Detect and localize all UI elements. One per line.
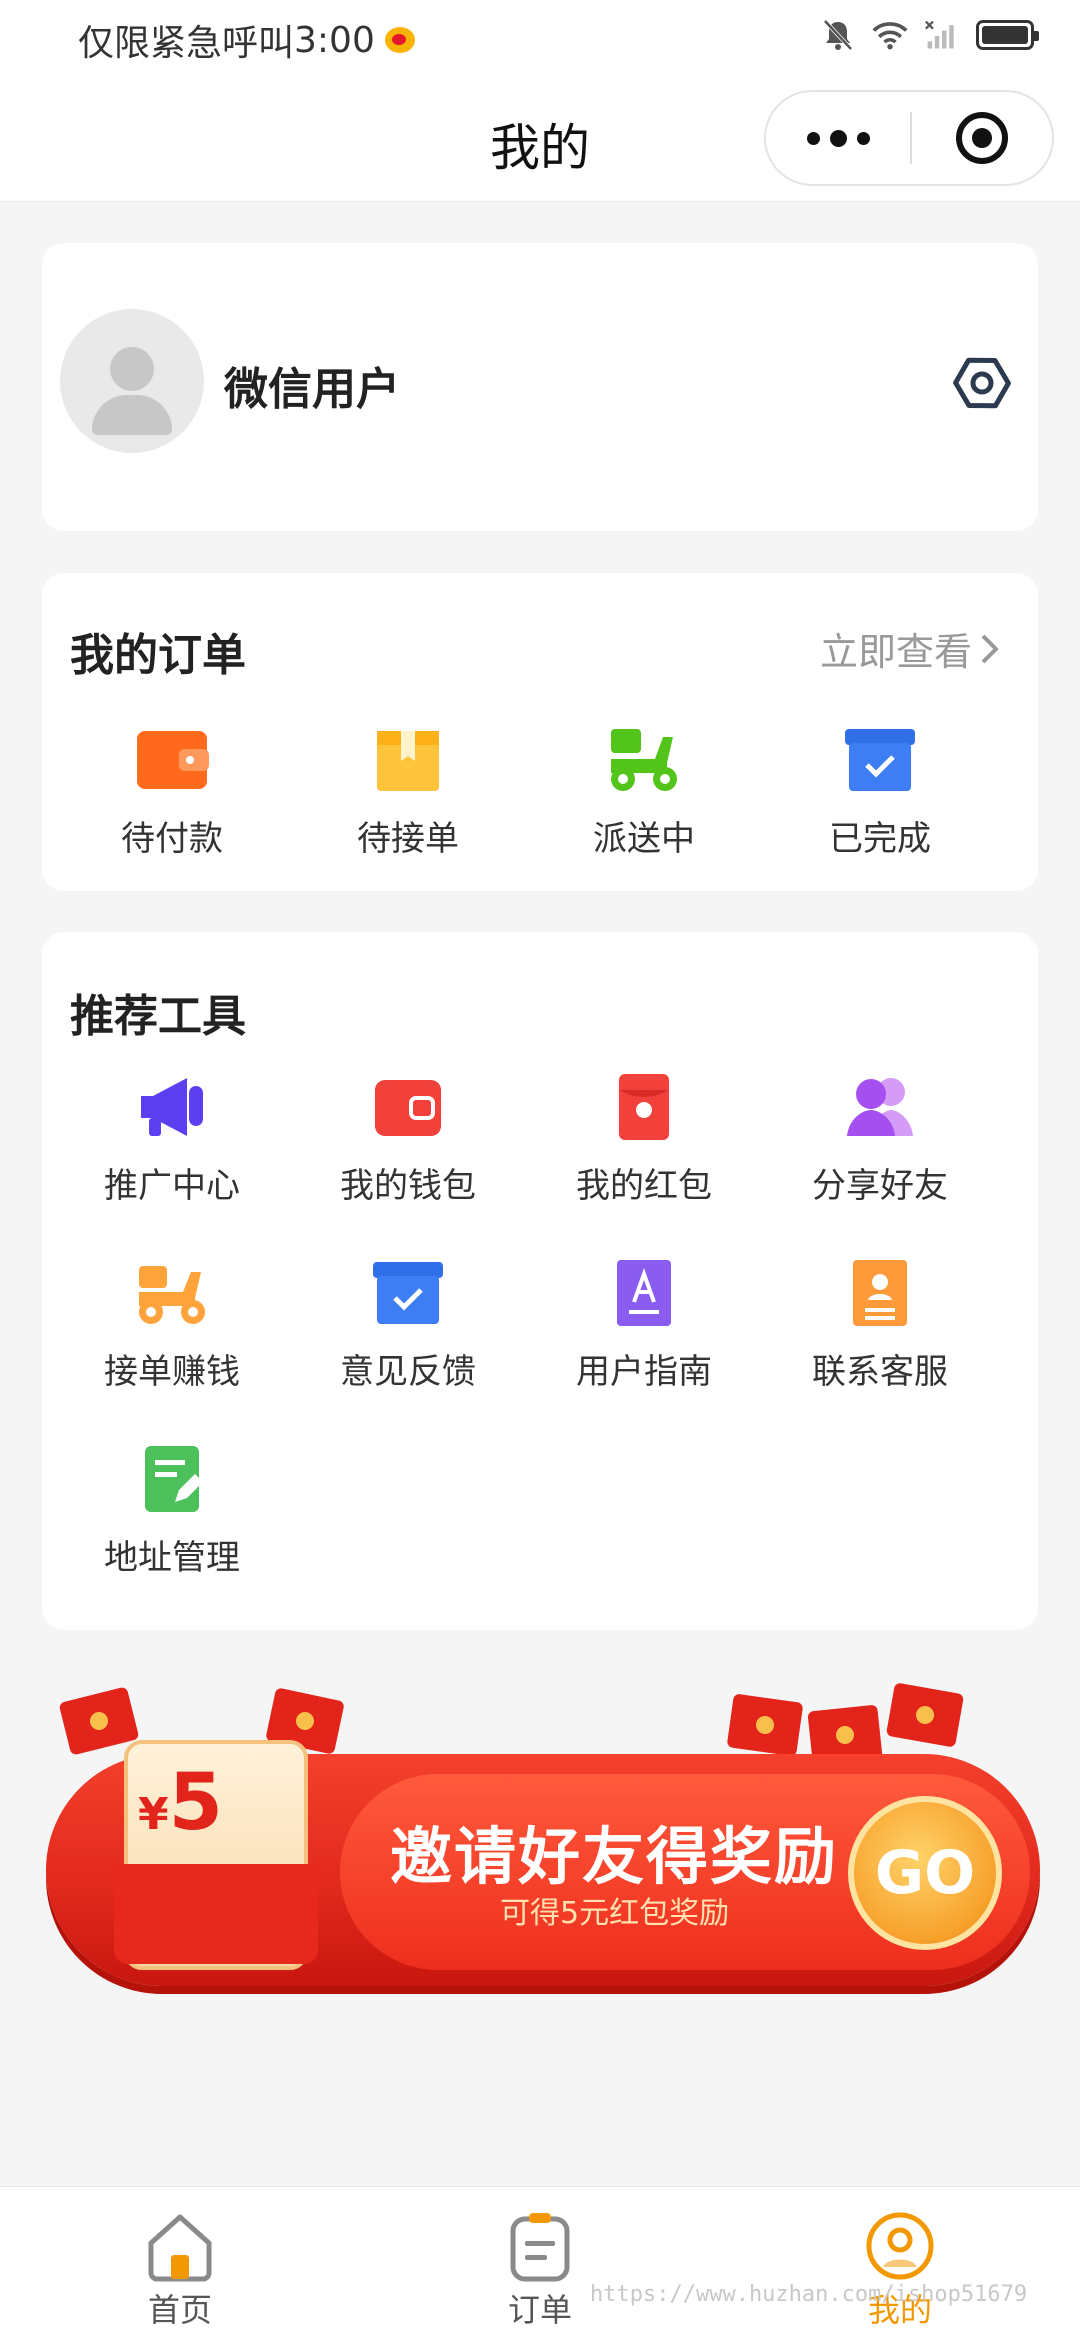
status-bar-right <box>820 18 1039 52</box>
weibo-icon <box>384 27 415 53</box>
tool-my-red-envelope[interactable]: 我的红包 <box>526 1072 762 1207</box>
tool-label: 地址管理 <box>104 1538 240 1578</box>
tool-contact-support[interactable]: 联系客服 <box>762 1258 998 1393</box>
tool-label: 我的红包 <box>576 1166 712 1206</box>
tool-user-guide[interactable]: 用户指南 <box>526 1258 762 1393</box>
emergency-call-text: 仅限紧急呼叫 <box>78 23 295 64</box>
order-status-label: 待付款 <box>121 819 223 859</box>
mute-bell-icon <box>823 19 853 51</box>
view-all-label: 立即查看 <box>819 630 972 674</box>
tool-my-wallet[interactable]: 我的钱包 <box>290 1072 526 1207</box>
recommended-tools-card: 推荐工具 推广中心 我的钱包 我的红包 分享好友 接单赚钱 意见反馈 用户指南 … <box>42 932 1038 1630</box>
order-status-label: 派送中 <box>593 819 695 859</box>
status-bar: 仅限紧急呼叫 3:00 <box>0 0 1080 72</box>
username[interactable]: 微信用户 <box>224 353 400 417</box>
orders-title: 我的订单 <box>70 630 246 681</box>
order-status-awaiting-accept[interactable]: 待接单 <box>290 725 526 860</box>
tool-share-friends[interactable]: 分享好友 <box>762 1072 998 1207</box>
tool-label: 联系客服 <box>812 1352 948 1392</box>
guide-book-icon <box>617 1260 671 1326</box>
tool-label: 意见反馈 <box>340 1352 476 1392</box>
order-status-label: 已完成 <box>829 819 931 859</box>
tool-earn-by-orders[interactable]: 接单赚钱 <box>54 1258 290 1393</box>
miniprogram-close-icon[interactable] <box>912 92 1052 184</box>
red-envelope-decoration <box>726 1693 804 1757</box>
banner-subtitle: 可得5元红包奖励 <box>500 1896 730 1931</box>
order-status-delivering[interactable]: 派送中 <box>526 725 762 860</box>
wallet-icon <box>137 731 209 789</box>
status-time: 3:00 <box>294 19 375 61</box>
amount-value: 5 <box>168 1758 223 1848</box>
coupon-amount: ¥5 <box>138 1758 223 1848</box>
order-status-pending-payment[interactable]: 待付款 <box>54 725 290 860</box>
no-signal-icon <box>925 20 954 49</box>
tool-feedback[interactable]: 意见反馈 <box>290 1258 526 1393</box>
profile-card: 微信用户 <box>42 243 1038 531</box>
order-status-completed[interactable]: 已完成 <box>762 725 998 860</box>
battery-icon <box>976 20 1039 50</box>
tool-label: 用户指南 <box>576 1352 712 1392</box>
tool-promotion-center[interactable]: 推广中心 <box>54 1072 290 1207</box>
red-envelope-decoration <box>885 1682 965 1748</box>
banner-title: 邀请好友得奖励 <box>390 1820 839 1893</box>
contact-book-icon <box>853 1260 907 1326</box>
red-envelope-decoration <box>58 1686 140 1756</box>
tool-label: 分享好友 <box>812 1166 948 1206</box>
watermark-url: https://www.huzhan.com/ishop51679 <box>590 2282 1028 2307</box>
tool-label: 接单赚钱 <box>104 1352 240 1392</box>
coupon-band <box>114 1864 318 1964</box>
tab-orders[interactable]: 订单 <box>440 2209 640 2331</box>
checked-box-icon <box>845 729 915 791</box>
tool-label: 推广中心 <box>104 1166 240 1206</box>
invite-friends-banner[interactable]: ¥5 邀请好友得奖励 可得5元红包奖励 GO <box>40 1682 1040 2004</box>
tab-mine[interactable]: 我的 <box>800 2209 1000 2331</box>
scooter-icon <box>139 1266 205 1324</box>
bottom-tab-bar: 首页 订单 我的 <box>0 2186 1080 2340</box>
red-envelope-icon <box>619 1074 669 1140</box>
megaphone-icon <box>141 1078 203 1136</box>
edit-note-icon <box>145 1446 203 1512</box>
default-avatar-icon[interactable] <box>60 309 204 453</box>
wifi-icon <box>872 22 908 50</box>
navigation-bar: 我的 <box>0 72 1080 202</box>
home-icon <box>148 2214 212 2282</box>
status-bar-left: 仅限紧急呼叫 3:00 <box>78 14 415 66</box>
more-dots-icon[interactable] <box>766 92 910 184</box>
settings-hexagon-icon[interactable] <box>952 353 1012 413</box>
currency-symbol: ¥ <box>138 1789 169 1840</box>
profile-icon <box>866 2212 934 2280</box>
miniprogram-capsule <box>764 90 1054 186</box>
checked-box-icon <box>373 1262 443 1324</box>
users-icon <box>847 1078 913 1136</box>
box-icon <box>377 731 439 791</box>
tab-home[interactable]: 首页 <box>80 2209 280 2331</box>
tool-label: 我的钱包 <box>340 1166 476 1206</box>
view-all-orders-link[interactable]: 立即查看 <box>820 621 1002 676</box>
my-orders-card: 我的订单 立即查看 待付款 待接单 派送中 已完成 <box>42 573 1038 891</box>
chevron-right-icon <box>981 634 999 663</box>
go-button[interactable]: GO <box>848 1796 1002 1950</box>
scooter-icon <box>611 729 677 791</box>
wallet-icon <box>375 1080 441 1136</box>
order-status-label: 待接单 <box>357 819 459 859</box>
order-list-icon <box>510 2213 570 2282</box>
tool-address-management[interactable]: 地址管理 <box>54 1444 290 1579</box>
tools-title: 推荐工具 <box>70 991 246 1042</box>
tab-label: 首页 <box>147 2291 212 2329</box>
